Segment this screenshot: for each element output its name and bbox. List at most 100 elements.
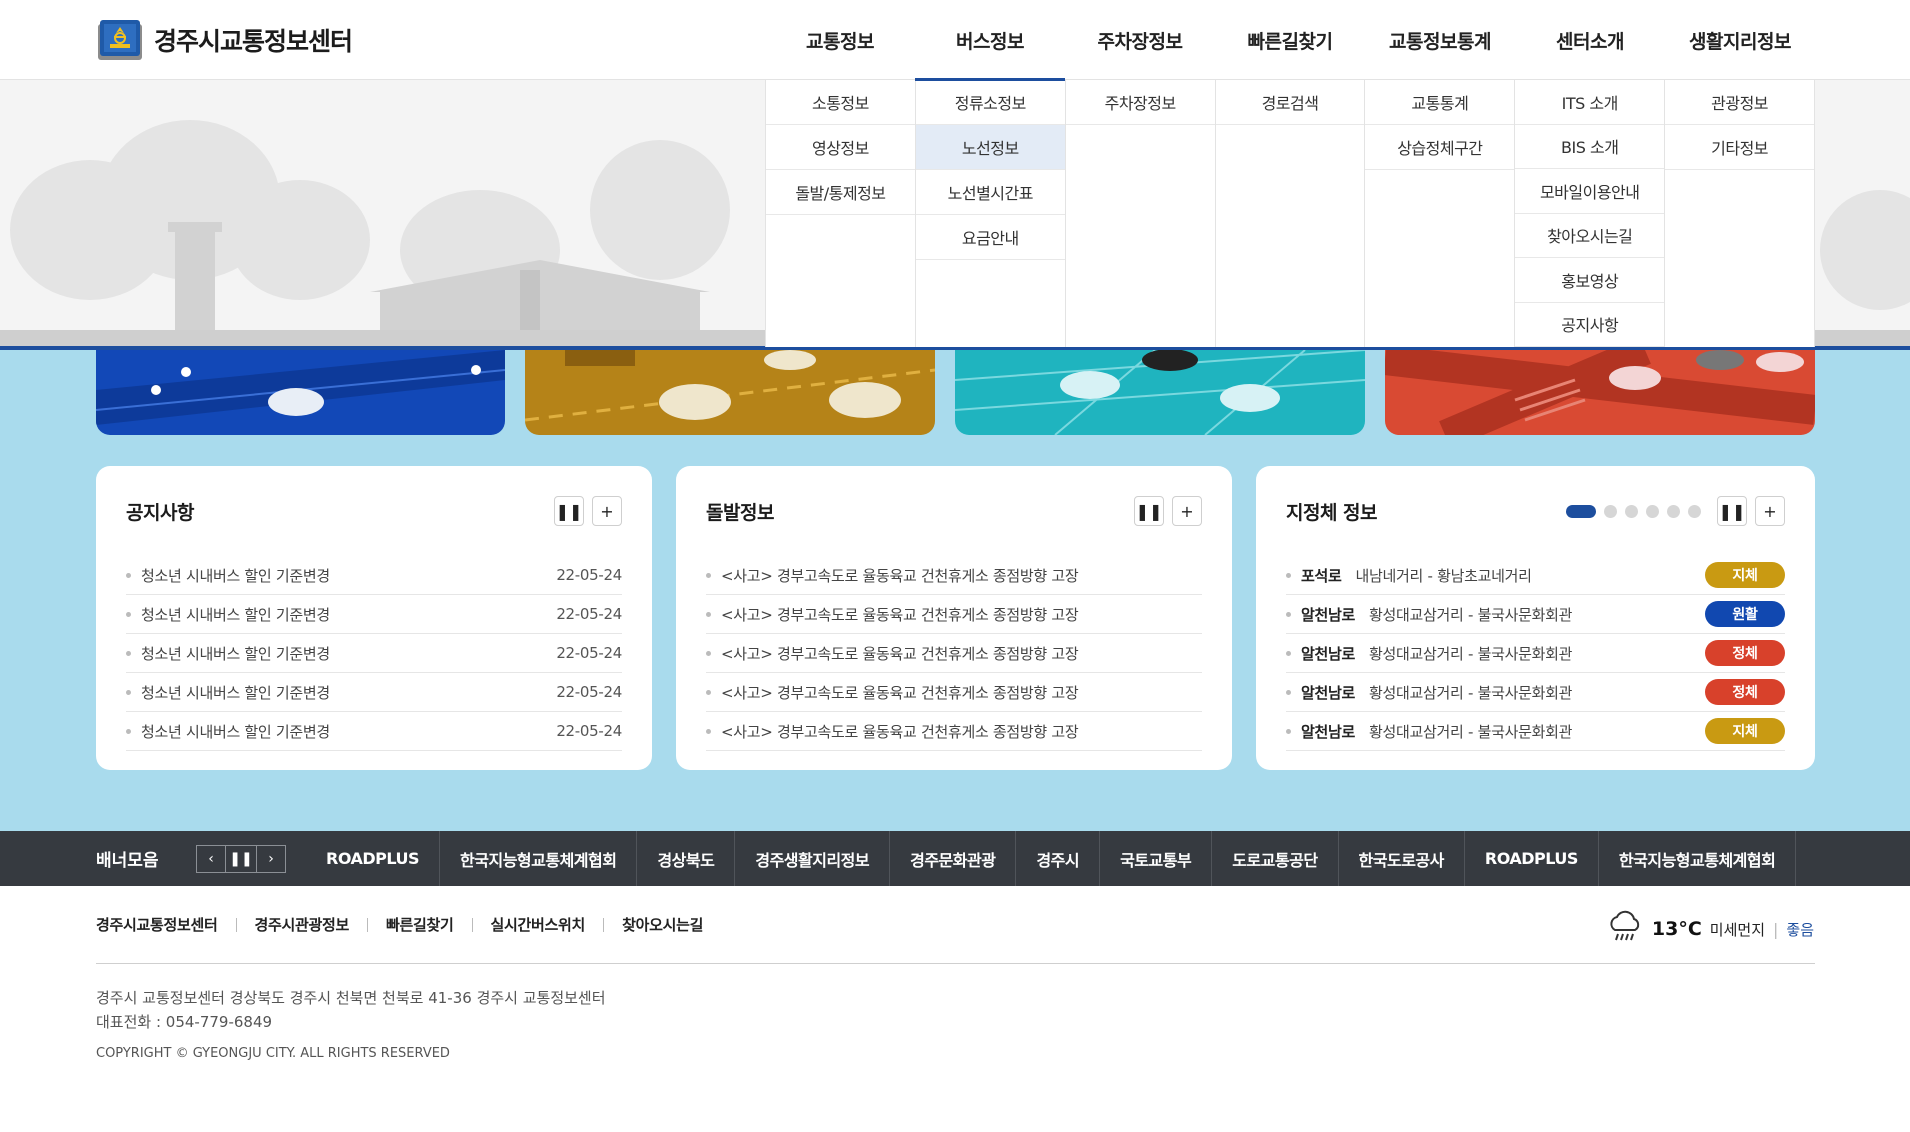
banner-link[interactable]: 한국지능형교통체계협회 <box>440 831 638 886</box>
header: 경주시교통정보센터 교통정보 버스정보 주차장정보 빠른길찾기 교통정보통계 센터소개 생활… <box>0 0 1910 81</box>
page-dot[interactable] <box>1625 504 1638 518</box>
congestion-row[interactable]: 알천남로 황성대교삼거리 - 불국사문화회관 정체 <box>1286 634 1785 673</box>
submenu-link[interactable]: 노선정보 <box>915 125 1065 170</box>
temperature: 13°C <box>1651 918 1702 940</box>
road-section: 황성대교삼거리 - 불국사문화회관 <box>1369 644 1573 663</box>
road-section: 황성대교삼거리 - 불국사문화회관 <box>1369 683 1573 702</box>
incident-row[interactable]: <사고> 경부고속도로 율동육교 건천휴게소 종점방향 고장 <box>706 712 1202 751</box>
more-button[interactable]: + <box>592 496 622 526</box>
banner-link[interactable]: ROADPLUS <box>1465 831 1599 886</box>
banner-title: 배너모음 <box>96 851 159 871</box>
bus-info-tile[interactable] <box>525 350 935 435</box>
footer-info: 경주시 교통정보센터 경상북도 경주시 천북면 천북로 41-36 경주시 교통… <box>96 986 606 1034</box>
pause-button[interactable]: ❚❚ <box>1717 496 1747 526</box>
incident-row[interactable]: <사고> 경부고속도로 율동육교 건천휴게소 종점방향 고장 <box>706 595 1202 634</box>
submenu-link[interactable]: 모바일이용안내 <box>1515 169 1665 214</box>
incident-list: <사고> 경부고속도로 율동육교 건천휴게소 종점방향 고장 <사고> 경부고속도… <box>706 556 1202 751</box>
page-dot[interactable] <box>1646 504 1659 518</box>
page-dot[interactable] <box>1566 504 1596 518</box>
more-button[interactable]: + <box>1755 496 1785 526</box>
banner-link[interactable]: ROADPLUS <box>306 831 441 886</box>
rain-cloud-icon <box>1606 908 1644 950</box>
submenu-link[interactable]: 영상정보 <box>766 125 915 170</box>
notice-text: 청소년 시내버스 할인 기준변경 <box>141 683 330 702</box>
nav-item[interactable]: 버스정보 <box>915 0 1065 81</box>
banner-link[interactable]: 한국지능형교통체계협회 <box>1599 831 1797 886</box>
footer-link[interactable]: 경주시관광정보 <box>255 914 350 935</box>
footer-link[interactable]: 경주시교통정보센터 <box>96 914 218 935</box>
submenu-link[interactable]: 요금안내 <box>915 215 1065 260</box>
footer-link[interactable]: 빠른길찾기 <box>386 914 454 935</box>
road-name: 알천남로 <box>1301 605 1356 624</box>
route-search-tile[interactable] <box>1385 350 1815 435</box>
submenu-link[interactable]: 돌발/통제정보 <box>766 170 915 215</box>
banner-link[interactable]: 한국도로공사 <box>1339 831 1465 886</box>
nav-item[interactable]: 생활지리정보 <box>1665 0 1815 80</box>
nav-item[interactable]: 센터소개 <box>1515 0 1665 80</box>
page-dot[interactable] <box>1667 504 1680 518</box>
submenu-link[interactable]: 관광정보 <box>1665 80 1815 125</box>
link-separator <box>471 917 473 932</box>
parking-info-tile[interactable] <box>955 350 1365 435</box>
bullet-dot <box>706 650 711 656</box>
page-dot[interactable] <box>1688 504 1701 518</box>
chevron-right-icon[interactable]: › <box>256 845 286 873</box>
pause-icon[interactable]: ❚❚ <box>226 845 256 873</box>
congestion-row[interactable]: 알천남로 황성대교삼거리 - 불국사문화회관 지체 <box>1286 712 1785 751</box>
pause-button[interactable]: ❚❚ <box>1134 496 1164 526</box>
submenu-link[interactable]: 소통정보 <box>766 80 915 125</box>
notice-row[interactable]: 청소년 시내버스 할인 기준변경 22-05-24 <box>126 595 622 634</box>
notice-row[interactable]: 청소년 시내버스 할인 기준변경 22-05-24 <box>126 634 622 673</box>
traffic-info-tile[interactable] <box>96 350 505 435</box>
congestion-row[interactable]: 알천남로 황성대교삼거리 - 불국사문화회관 정체 <box>1286 673 1785 712</box>
banner-link[interactable]: 도로교통공단 <box>1212 831 1339 886</box>
nav-item[interactable]: 주차장정보 <box>1065 0 1215 80</box>
banner-link[interactable]: 경주생활지리정보 <box>735 831 891 886</box>
submenu-column: ITS 소개 BIS 소개 모바일이용안내 찾아오시는길 홍보영상 공지사항 <box>1515 80 1666 347</box>
submenu-link[interactable]: 공지사항 <box>1515 303 1665 347</box>
submenu-link[interactable]: 찾아오시는길 <box>1515 214 1665 258</box>
notice-row[interactable]: 청소년 시내버스 할인 기준변경 22-05-24 <box>126 712 622 751</box>
submenu-link[interactable]: 기타정보 <box>1665 125 1815 170</box>
site-logo[interactable]: 경주시교통정보센터 <box>96 18 353 62</box>
footer-address: 경주시 교통정보센터 경상북도 경주시 천북면 천북로 41-36 경주시 교통… <box>96 989 606 1007</box>
congestion-row[interactable]: 알천남로 황성대교삼거리 - 불국사문화회관 원활 <box>1286 595 1785 634</box>
submenu-link[interactable]: 교통통계 <box>1365 80 1515 125</box>
notice-row[interactable]: 청소년 시내버스 할인 기준변경 22-05-24 <box>126 673 622 712</box>
submenu-link[interactable]: BIS 소개 <box>1515 125 1665 169</box>
submenu-link[interactable]: 주차장정보 <box>1065 80 1215 125</box>
pause-button[interactable]: ❚❚ <box>554 496 584 526</box>
banner-link[interactable]: 경상북도 <box>637 831 736 886</box>
incident-row[interactable]: <사고> 경부고속도로 율동육교 건천휴게소 종점방향 고장 <box>706 634 1202 673</box>
page-dot[interactable] <box>1604 504 1617 518</box>
nav-item[interactable]: 빠른길찾기 <box>1215 0 1365 80</box>
submenu-link[interactable]: 노선별시간표 <box>915 170 1065 215</box>
submenu-link[interactable]: 홍보영상 <box>1515 258 1665 303</box>
nav-item[interactable]: 교통정보통계 <box>1365 0 1515 80</box>
notice-date: 22-05-24 <box>556 605 622 623</box>
dust-value: 좋음 <box>1786 920 1814 939</box>
status-badge: 정체 <box>1705 679 1785 705</box>
notice-card: 공지사항 ❚❚ + 청소년 시내버스 할인 기준변경 22-05-24 청소년 시내… <box>96 466 652 770</box>
banner-link[interactable]: 경주시 <box>1016 831 1101 886</box>
incident-text: <사고> 경부고속도로 율동육교 건천휴게소 종점방향 고장 <box>721 566 1079 585</box>
congestion-row[interactable]: 포석로 내남네거리 - 황남초교네거리 지체 <box>1286 556 1785 595</box>
congestion-list: 포석로 내남네거리 - 황남초교네거리 지체 알천남로 황성대교삼거리 - 불국사문화회… <box>1286 556 1785 751</box>
footer-link[interactable]: 실시간버스위치 <box>491 914 586 935</box>
notice-list: 청소년 시내버스 할인 기준변경 22-05-24 청소년 시내버스 할인 기준변경… <box>126 556 622 751</box>
notice-row[interactable]: 청소년 시내버스 할인 기준변경 22-05-24 <box>126 556 622 595</box>
incident-row[interactable]: <사고> 경부고속도로 율동육교 건천휴게소 종점방향 고장 <box>706 556 1202 595</box>
submenu-link[interactable]: ITS 소개 <box>1515 80 1665 125</box>
submenu-link[interactable]: 상습정체구간 <box>1365 125 1515 170</box>
submenu-link[interactable]: 정류소정보 <box>915 80 1065 125</box>
footer-link[interactable]: 찾아오시는길 <box>622 914 703 935</box>
incident-row[interactable]: <사고> 경부고속도로 율동육교 건천휴게소 종점방향 고장 <box>706 673 1202 712</box>
nav-item[interactable]: 교통정보 <box>765 0 915 80</box>
chevron-left-icon[interactable]: ‹ <box>196 845 226 873</box>
status-badge: 원활 <box>1705 601 1785 627</box>
banner-link[interactable]: 경주문화관광 <box>890 831 1017 886</box>
submenu-link[interactable]: 경로검색 <box>1215 80 1365 125</box>
more-button[interactable]: + <box>1172 496 1202 526</box>
banner-link[interactable]: 국토교통부 <box>1100 831 1213 886</box>
bullet-dot <box>1286 572 1291 578</box>
